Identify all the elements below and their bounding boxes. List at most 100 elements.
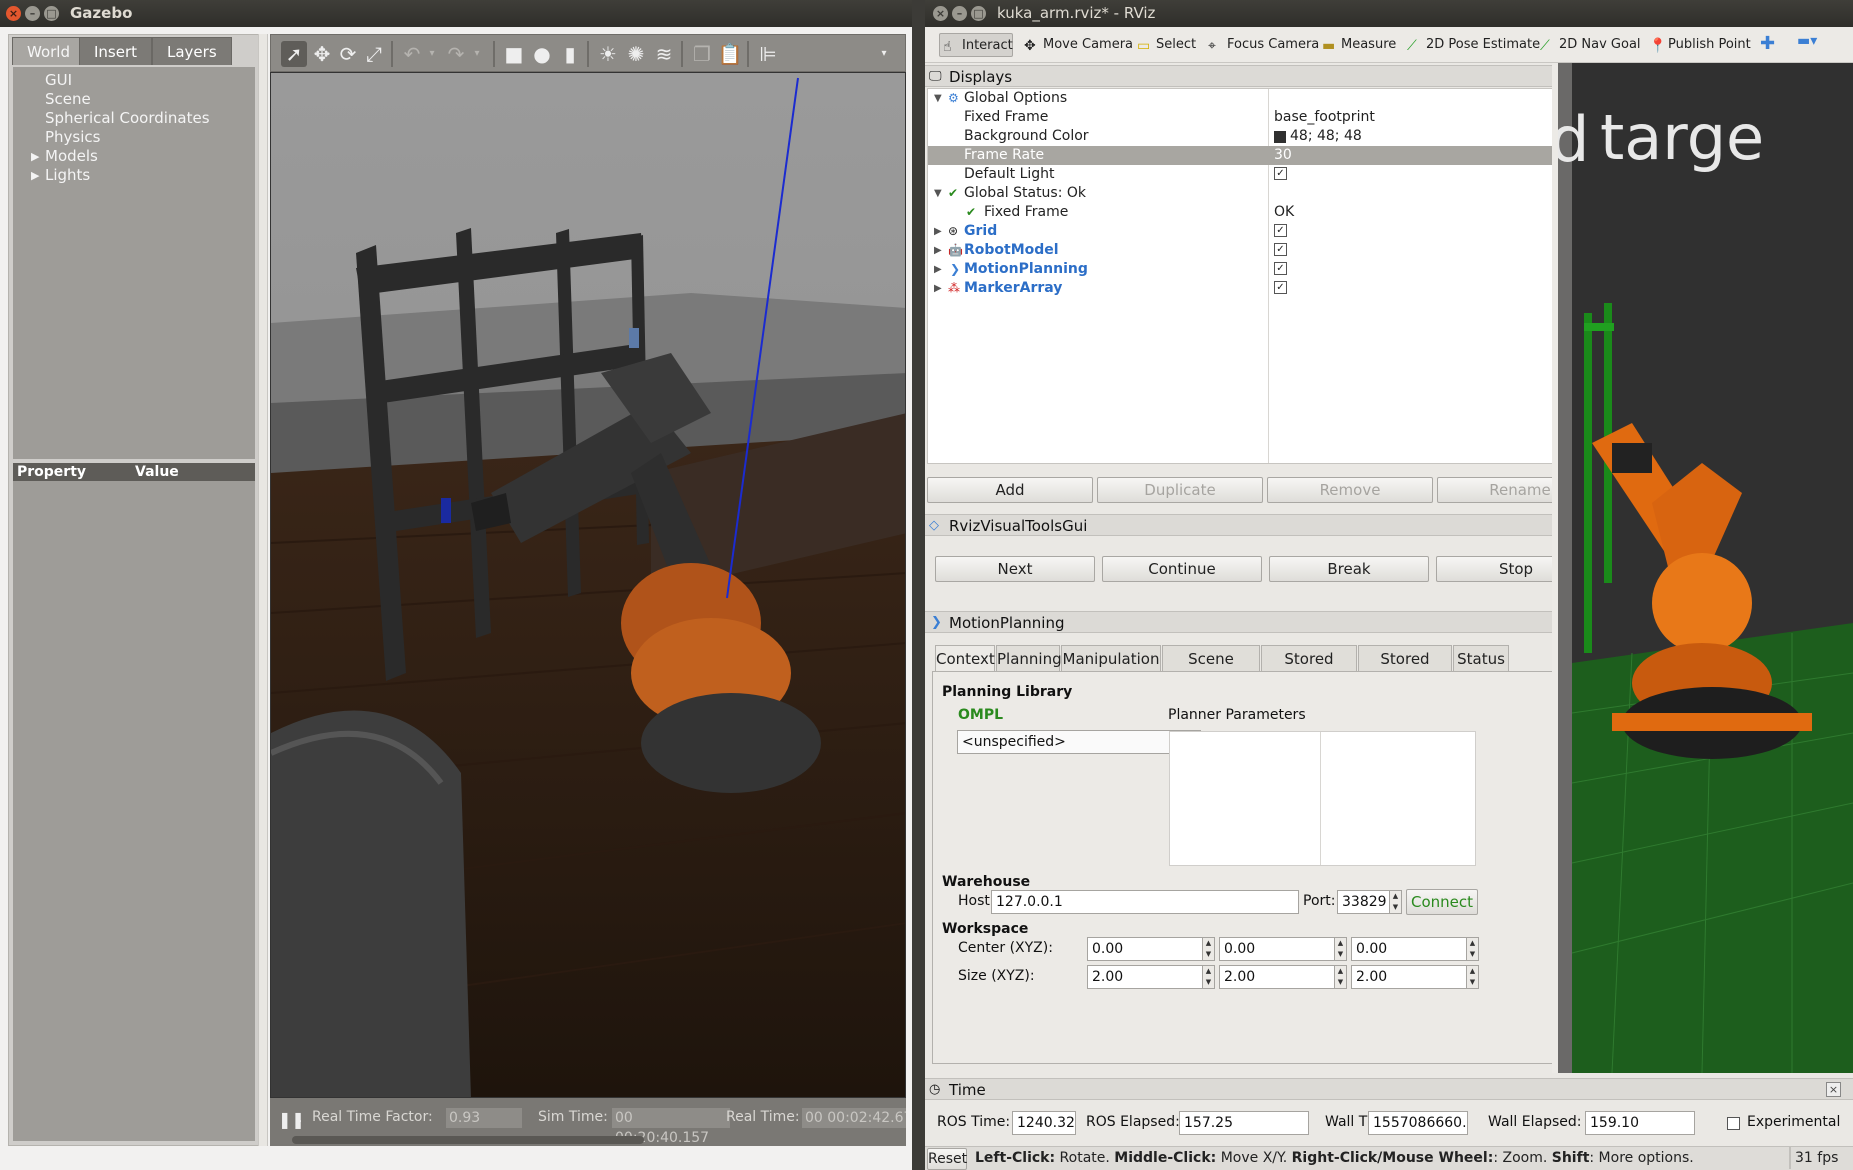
tree-item-spherical-coordinates[interactable]: Spherical Coordinates: [45, 109, 210, 127]
tool-2d-pose-estimate[interactable]: ⟋ 2D Pose Estimate: [1404, 33, 1540, 57]
checkbox-marker-array[interactable]: ✓: [1274, 279, 1287, 298]
spinner-arrows-icon[interactable]: ▲ ▼: [1334, 938, 1346, 960]
expand-arrow-icon[interactable]: ▶: [31, 169, 39, 182]
tab-stored-states[interactable]: Stored States: [1358, 645, 1452, 694]
ros-time-field[interactable]: 1240.32: [1012, 1111, 1076, 1135]
tool-select[interactable]: ▭ Select: [1134, 33, 1196, 57]
spinner-arrows-icon[interactable]: ▲ ▼: [1334, 966, 1346, 988]
remove-tool-icon[interactable]: ▬▾: [1797, 33, 1817, 49]
tree-row-marker-array[interactable]: ▶ ⁂ MarkerArray ✓: [928, 279, 1604, 298]
tree-item-lights[interactable]: Lights: [45, 166, 90, 184]
tool-move-camera[interactable]: ✥ Move Camera: [1021, 33, 1133, 57]
panel-splitter[interactable]: [1552, 63, 1558, 1073]
spot-light-icon[interactable]: ✺: [623, 41, 649, 67]
collapse-arrow-icon[interactable]: ▼: [934, 184, 942, 203]
tool-2d-nav-goal[interactable]: ⟋ 2D Nav Goal: [1537, 33, 1641, 57]
close-icon[interactable]: ×: [933, 6, 948, 21]
port-spinbox[interactable]: 33829 ▲ ▼: [1337, 890, 1402, 914]
planner-select[interactable]: <unspecified> ▼: [957, 730, 1201, 754]
wall-elapsed-field[interactable]: 159.10: [1585, 1111, 1695, 1135]
planner-parameters-table[interactable]: [1169, 731, 1476, 866]
tree-row-robot-model[interactable]: ▶ 🤖 RobotModel ✓: [928, 241, 1604, 260]
host-input[interactable]: 127.0.0.1: [991, 890, 1299, 914]
size-y-spinbox[interactable]: 2.00 ▲ ▼: [1219, 965, 1347, 989]
horizontal-scrollbar[interactable]: [292, 1136, 644, 1144]
row-value[interactable]: base_footprint: [1274, 108, 1375, 127]
point-light-icon[interactable]: ☀: [595, 41, 621, 67]
tree-row-background-color[interactable]: Background Color 48; 48; 48: [928, 127, 1604, 146]
tree-row-fixed-frame-status[interactable]: ✔ Fixed Frame OK: [928, 203, 1604, 222]
tree-item-scene[interactable]: Scene: [45, 90, 91, 108]
checkbox-motion-planning[interactable]: ✓: [1274, 260, 1287, 279]
add-display-button[interactable]: Add: [927, 477, 1093, 503]
tree-row-fixed-frame[interactable]: Fixed Frame base_footprint: [928, 108, 1604, 127]
size-z-spinbox[interactable]: 2.00 ▲ ▼: [1351, 965, 1479, 989]
copy-icon[interactable]: ❐: [689, 41, 715, 67]
ros-elapsed-field[interactable]: 157.25: [1179, 1111, 1309, 1135]
spinner-arrows-icon[interactable]: ▲ ▼: [1466, 966, 1478, 988]
redo-dropdown-icon[interactable]: ▾: [464, 41, 490, 67]
tab-status[interactable]: Status: [1453, 645, 1509, 671]
close-icon[interactable]: ×: [6, 6, 21, 21]
tab-insert[interactable]: Insert: [79, 37, 153, 65]
tree-item-physics[interactable]: Physics: [45, 128, 100, 146]
scale-mode-icon[interactable]: ⤢: [361, 41, 387, 67]
spinner-arrows-icon[interactable]: ▲ ▼: [1202, 966, 1214, 988]
align-icon[interactable]: ⊫: [755, 41, 781, 67]
close-icon[interactable]: ×: [1826, 1082, 1841, 1097]
expand-arrow-icon[interactable]: ▶: [934, 241, 942, 260]
collapse-arrow-icon[interactable]: ▼: [934, 89, 942, 108]
duplicate-display-button[interactable]: Duplicate: [1097, 477, 1263, 503]
maximize-icon[interactable]: □: [44, 6, 59, 21]
experimental-checkbox[interactable]: [1727, 1116, 1740, 1132]
row-value[interactable]: 48; 48; 48: [1290, 127, 1362, 146]
gazebo-3d-viewport[interactable]: [270, 72, 906, 1098]
tree-row-default-light[interactable]: Default Light ✓: [928, 165, 1604, 184]
paste-icon[interactable]: 📋: [717, 41, 743, 67]
center-z-spinbox[interactable]: 0.00 ▲ ▼: [1351, 937, 1479, 961]
tab-planning[interactable]: Planning: [996, 645, 1062, 671]
tab-layers[interactable]: Layers: [152, 37, 232, 65]
step-icon[interactable]: .: [298, 1110, 302, 1126]
maximize-icon[interactable]: □: [971, 6, 986, 21]
tab-manipulation[interactable]: Manipulation: [1061, 645, 1161, 671]
break-button[interactable]: Break: [1269, 556, 1429, 582]
reset-button[interactable]: Reset: [927, 1148, 967, 1170]
tree-row-global-options[interactable]: ▼ ⚙ Global Options: [928, 89, 1604, 108]
tab-context[interactable]: Context: [935, 645, 995, 671]
tool-measure[interactable]: ▬ Measure: [1319, 33, 1396, 57]
toolbar-overflow-icon[interactable]: ▾: [871, 41, 897, 67]
tree-row-frame-rate[interactable]: Frame Rate 30: [928, 146, 1604, 165]
tree-item-gui[interactable]: GUI: [45, 71, 72, 89]
tree-row-motion-planning[interactable]: ▶ ❯ MotionPlanning ✓: [928, 260, 1604, 279]
connect-button[interactable]: Connect: [1406, 889, 1478, 915]
expand-arrow-icon[interactable]: ▶: [31, 150, 39, 163]
size-x-spinbox[interactable]: 2.00 ▲ ▼: [1087, 965, 1215, 989]
checkbox-grid[interactable]: ✓: [1274, 222, 1287, 241]
rotate-mode-icon[interactable]: ⟳: [335, 41, 361, 67]
select-mode-icon[interactable]: ➚: [281, 41, 307, 67]
tool-interact[interactable]: ☝ Interact: [939, 33, 1013, 57]
rviz-3d-viewport[interactable]: targe d: [1552, 63, 1853, 1073]
panel-splitter[interactable]: [258, 34, 268, 1146]
checkbox-robot-model[interactable]: ✓: [1274, 241, 1287, 260]
continue-button[interactable]: Continue: [1102, 556, 1262, 582]
minimize-icon[interactable]: –: [952, 6, 967, 21]
center-x-spinbox[interactable]: 0.00 ▲ ▼: [1087, 937, 1215, 961]
tab-scene-objects[interactable]: Scene Objects: [1162, 645, 1260, 694]
checkbox-default-light[interactable]: ✓: [1274, 165, 1287, 184]
color-swatch[interactable]: [1274, 131, 1286, 143]
tab-world[interactable]: World: [12, 37, 85, 65]
minimize-icon[interactable]: –: [25, 6, 40, 21]
cylinder-shape-icon[interactable]: ▮: [557, 41, 583, 67]
box-shape-icon[interactable]: ■: [501, 41, 527, 67]
spinner-arrows-icon[interactable]: ▲ ▼: [1466, 938, 1478, 960]
add-tool-icon[interactable]: ✚: [1760, 33, 1775, 54]
expand-arrow-icon[interactable]: ▶: [934, 279, 942, 298]
sphere-shape-icon[interactable]: ●: [529, 41, 555, 67]
tool-publish-point[interactable]: 📍 Publish Point: [1646, 33, 1751, 57]
expand-arrow-icon[interactable]: ▶: [934, 260, 942, 279]
tree-item-models[interactable]: Models: [45, 147, 98, 165]
tree-row-grid[interactable]: ▶ ⊛ Grid ✓: [928, 222, 1604, 241]
row-value[interactable]: 30: [1274, 146, 1292, 165]
